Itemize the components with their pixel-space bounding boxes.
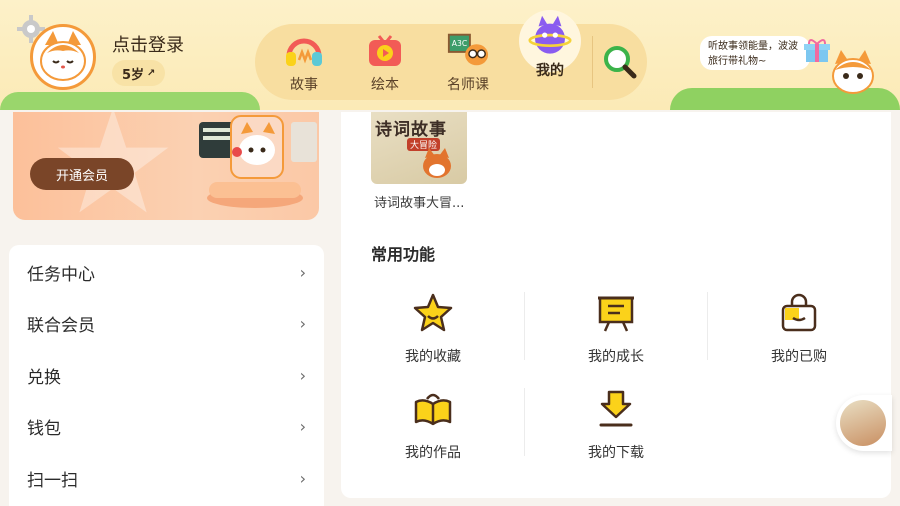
grid-divider <box>524 388 525 456</box>
main-panel: 诗词故事 大冒险 诗词故事大冒... 常用功能 我的收藏 我的成长 我的已购 我… <box>341 112 891 498</box>
age-label: 5岁 <box>122 67 145 83</box>
shopping-bag-icon <box>781 293 817 332</box>
teacher-class-icon: A3C <box>447 33 489 66</box>
function-label: 我的下载 <box>588 445 644 461</box>
main-nav: 故事 绘本 A3C 名师课 我的 <box>255 10 647 100</box>
open-book-icon <box>414 393 452 426</box>
cat-avatar-icon <box>40 31 86 81</box>
floating-player-button[interactable] <box>836 395 892 451</box>
tab-teacher-class[interactable]: A3C 名师课 <box>433 24 503 100</box>
menu-item-label: 任务中心 <box>27 264 95 285</box>
edit-icon: ↗ <box>147 67 156 79</box>
open-vip-button[interactable]: 开通会员 <box>30 158 134 190</box>
recent-book-title[interactable]: 诗词故事大冒... <box>374 192 464 211</box>
chevron-right-icon: › <box>299 416 306 436</box>
planet-cat-icon <box>528 15 572 54</box>
download-icon <box>599 390 633 427</box>
function-label: 我的已购 <box>771 349 827 365</box>
function-downloads[interactable]: 我的下载 <box>546 388 686 468</box>
top-header: 点击登录 5岁 ↗ 故事 绘本 A3C 名师课 我的 听故事领能量，波波旅行带礼… <box>0 0 900 110</box>
search-icon[interactable] <box>600 42 640 82</box>
vip-banner[interactable]: 开通会员 <box>13 112 319 220</box>
svg-text:A3C: A3C <box>452 39 467 48</box>
menu-item-joint-member[interactable]: 联合会员 › <box>9 297 324 349</box>
menu-item-label: 扫一扫 <box>27 470 78 491</box>
function-growth[interactable]: 我的成长 <box>546 292 686 372</box>
fox-illustration-icon <box>423 148 451 178</box>
menu-list: 任务中心 › 联合会员 › 兑换 › 钱包 › 扫一扫 › <box>9 245 324 506</box>
book-cover-title: 诗词故事 <box>375 120 447 140</box>
tab-story[interactable]: 故事 <box>269 24 339 100</box>
nav-divider <box>592 36 593 88</box>
mascot-cat-icon <box>832 50 874 94</box>
chevron-right-icon: › <box>299 313 306 333</box>
tab-picture-book-label: 绘本 <box>371 77 399 93</box>
grid-divider <box>707 292 708 360</box>
recent-book-cover[interactable]: 诗词故事 大冒险 <box>371 112 467 184</box>
headphones-icon <box>286 38 322 66</box>
floating-player-cover <box>840 400 886 446</box>
menu-item-task-center[interactable]: 任务中心 › <box>9 246 324 298</box>
function-works[interactable]: 我的作品 <box>363 388 503 468</box>
function-label: 我的收藏 <box>405 349 461 365</box>
menu-item-redeem[interactable]: 兑换 › <box>9 349 324 401</box>
chevron-right-icon: › <box>299 365 306 385</box>
tab-picture-book[interactable]: 绘本 <box>350 24 420 100</box>
tab-teacher-class-label: 名师课 <box>447 77 489 93</box>
function-label: 我的成长 <box>588 349 644 365</box>
age-badge[interactable]: 5岁 ↗ <box>112 60 166 86</box>
common-functions-title: 常用功能 <box>371 245 436 264</box>
menu-item-scan[interactable]: 扫一扫 › <box>9 452 324 504</box>
promo-bubble[interactable]: 听故事领能量，波波旅行带礼物~ <box>700 36 810 70</box>
menu-item-label: 兑换 <box>27 367 61 388</box>
function-favorites[interactable]: 我的收藏 <box>363 292 503 372</box>
grid-divider <box>524 292 525 360</box>
vip-mascot-illustration <box>199 115 317 208</box>
tab-mine[interactable]: 我的 <box>515 15 585 100</box>
chevron-right-icon: › <box>299 468 306 488</box>
menu-item-wallet[interactable]: 钱包 › <box>9 400 324 452</box>
avatar[interactable] <box>30 24 96 90</box>
tab-story-label: 故事 <box>290 77 318 93</box>
menu-item-label: 联合会员 <box>27 315 95 336</box>
picture-book-play-icon <box>369 35 401 66</box>
growth-board-icon <box>598 296 634 332</box>
function-label: 我的作品 <box>405 445 461 461</box>
chevron-right-icon: › <box>299 262 306 282</box>
star-icon <box>413 293 453 332</box>
function-purchased[interactable]: 我的已购 <box>729 292 869 372</box>
grass-decoration <box>0 92 260 110</box>
menu-item-label: 钱包 <box>27 418 61 439</box>
login-link[interactable]: 点击登录 <box>112 31 184 57</box>
tab-mine-label: 我的 <box>536 63 564 79</box>
